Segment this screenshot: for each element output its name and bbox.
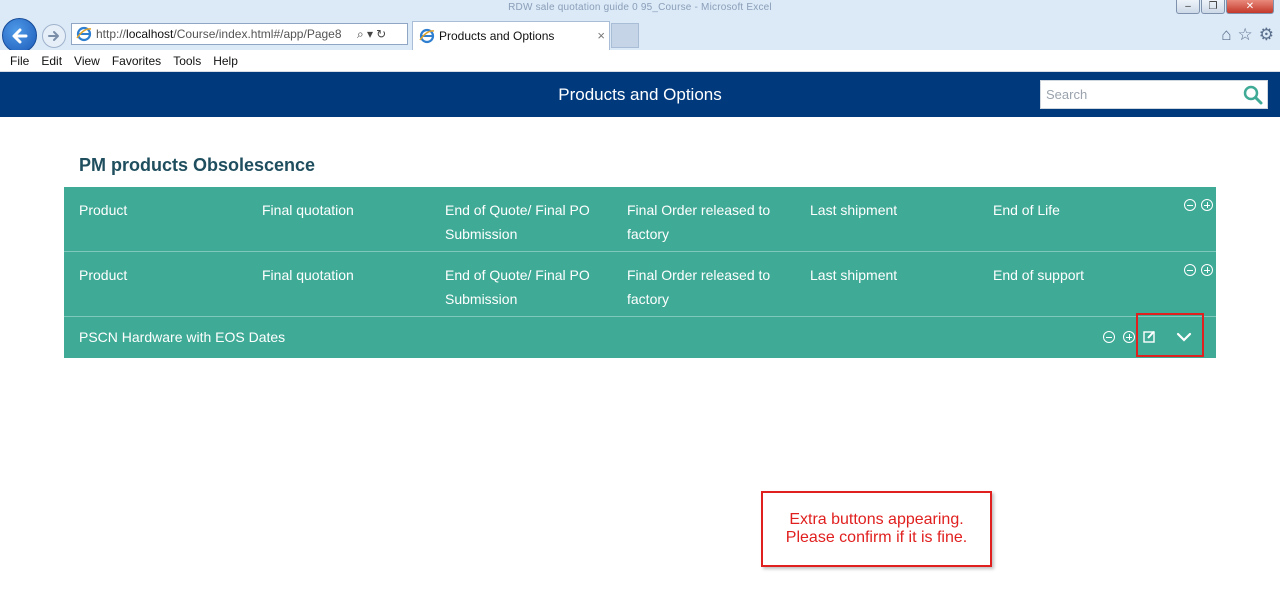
forward-button[interactable] [42,24,66,48]
row-controls [1103,331,1135,343]
forward-arrow-icon [48,31,59,41]
col-end-of-quote: End of Quote/ Final PO Submission [445,267,590,307]
favorites-star-icon[interactable]: ☆ [1238,25,1253,45]
col-end-of-life: End of Life [993,202,1060,218]
col-end-of-quote: End of Quote/ Final PO Submission [445,202,590,242]
table-header-row: Product Final quotation End of Quote/ Fi… [64,252,1216,317]
back-button[interactable] [2,18,37,53]
ie-tab-icon [419,28,435,44]
browser-nav-bar: http://localhost/Course/index.html#/app/… [0,18,1280,53]
col-final-order: Final Order released to factory [627,267,771,307]
menu-file[interactable]: File [4,54,35,68]
row-controls [1184,264,1213,276]
expand-icon[interactable] [1123,331,1135,343]
col-last-shipment: Last shipment [810,202,898,218]
minimize-icon: – [1185,1,1191,12]
row-label: PSCN Hardware with EOS Dates [79,329,286,345]
expand-icon[interactable] [1201,199,1213,211]
collapse-icon[interactable] [1184,199,1196,211]
menu-help[interactable]: Help [207,54,244,68]
app-header: Products and Options [0,72,1280,117]
ie-page-icon [76,26,92,42]
browser-tool-icons: ⌂ ☆ ⚙ [1221,25,1274,45]
annotation-callout: Extra buttons appearing. Please confirm … [761,491,992,567]
highlight-box [1136,313,1204,357]
menu-tools[interactable]: Tools [167,54,207,68]
close-icon: ✕ [1245,1,1255,12]
row-controls [1184,199,1213,211]
table-row[interactable]: PSCN Hardware with EOS Dates [64,317,1216,358]
restore-icon: ❐ [1208,1,1218,12]
annotation-line-1: Extra buttons appearing. [789,511,964,528]
menu-view[interactable]: View [68,54,106,68]
close-window-button[interactable]: ✕ [1226,0,1274,14]
menu-favorites[interactable]: Favorites [106,54,167,68]
search-input[interactable] [1041,81,1241,108]
address-url[interactable]: http://localhost/Course/index.html#/app/… [96,27,354,41]
address-bar[interactable]: http://localhost/Course/index.html#/app/… [71,23,408,45]
menu-bar: File Edit View Favorites Tools Help [0,50,1280,72]
search-dropdown-icon[interactable]: ⌕ ▾ [357,27,373,42]
col-end-of-support: End of support [993,267,1085,283]
section-title: PM products Obsolescence [79,155,316,175]
annotation-line-2: Please confirm if it is fine. [785,529,968,546]
tab-label: Products and Options [439,29,555,43]
refresh-icon[interactable]: ↻ [376,27,386,41]
col-final-quotation: Final quotation [262,267,354,283]
window-title-bar: RDW sale quotation guide 0 95_Course - M… [0,0,1280,18]
back-arrow-icon [12,28,27,43]
window-title: RDW sale quotation guide 0 95_Course - M… [508,2,772,13]
collapse-icon[interactable] [1184,264,1196,276]
tab-close-icon[interactable]: × [597,28,605,43]
minimize-button[interactable]: – [1176,0,1200,14]
search-icon[interactable] [1243,85,1263,105]
expand-icon[interactable] [1201,264,1213,276]
col-final-quotation: Final quotation [262,202,354,218]
col-final-order: Final Order released to factory [627,202,771,242]
col-last-shipment: Last shipment [810,267,898,283]
restore-button[interactable]: ❐ [1201,0,1225,14]
col-product: Product [79,202,128,218]
obsolescence-table: Product Final quotation End of Quote/ Fi… [64,187,1216,358]
table-header-row: Product Final quotation End of Quote/ Fi… [64,187,1216,252]
collapse-icon[interactable] [1103,331,1115,343]
tab-products-and-options[interactable]: Products and Options × [412,21,610,50]
settings-gear-icon[interactable]: ⚙ [1259,25,1274,45]
col-product: Product [79,267,128,283]
home-icon[interactable]: ⌂ [1221,25,1231,45]
new-tab-button[interactable] [611,23,639,48]
search-box [1040,80,1268,109]
menu-edit[interactable]: Edit [35,54,68,68]
